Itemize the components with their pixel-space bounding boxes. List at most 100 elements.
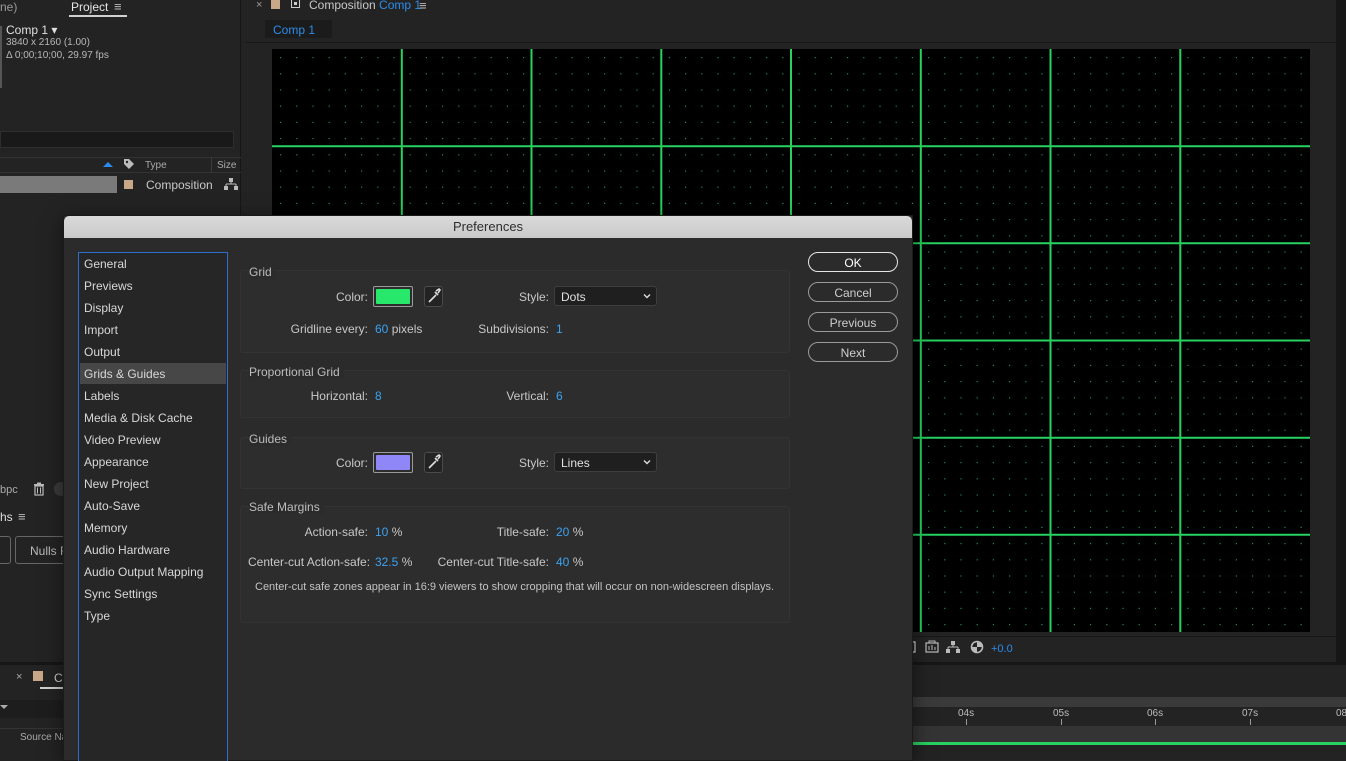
close-icon[interactable]: × bbox=[16, 671, 22, 683]
label-swatch[interactable] bbox=[124, 180, 133, 189]
time-ruler[interactable] bbox=[913, 707, 1346, 725]
percent-unit: % bbox=[572, 555, 584, 569]
category-import[interactable]: Import bbox=[80, 319, 226, 340]
cancel-button[interactable]: Cancel bbox=[808, 282, 898, 302]
category-general[interactable]: General bbox=[80, 253, 226, 274]
subdivisions-label: Subdivisions: bbox=[478, 322, 549, 336]
flowchart-icon[interactable] bbox=[946, 640, 960, 654]
project-row-selected[interactable] bbox=[0, 176, 117, 193]
category-grids-guides[interactable]: Grids & Guides bbox=[80, 363, 226, 384]
guides-style-select[interactable]: Lines bbox=[554, 452, 657, 472]
subdivisions-value[interactable]: 1 bbox=[556, 322, 563, 336]
sort-ascending-icon[interactable] bbox=[103, 162, 113, 167]
category-appearance[interactable]: Appearance bbox=[80, 451, 226, 472]
category-audio-hardware[interactable]: Audio Hardware bbox=[80, 539, 226, 560]
column-size[interactable]: Size bbox=[217, 160, 236, 171]
preset-button[interactable] bbox=[0, 536, 11, 564]
guides-eyedropper-button[interactable] bbox=[424, 452, 443, 473]
eyedropper-icon bbox=[428, 287, 442, 303]
previous-button[interactable]: Previous bbox=[808, 312, 898, 332]
close-icon[interactable]: × bbox=[256, 0, 262, 11]
row-type: Composition bbox=[146, 178, 213, 192]
category-previews[interactable]: Previews bbox=[80, 275, 226, 296]
category-audio-output-mapping[interactable]: Audio Output Mapping bbox=[80, 561, 226, 582]
grid-section-title: Grid bbox=[249, 265, 276, 279]
horizontal-value[interactable]: 8 bbox=[375, 389, 382, 403]
vertical-value[interactable]: 6 bbox=[556, 389, 563, 403]
timecode-field[interactable] bbox=[0, 700, 70, 718]
guides-style-label: Style: bbox=[518, 456, 549, 470]
title-safe-number[interactable]: 20 bbox=[556, 525, 569, 539]
layer-bar[interactable] bbox=[913, 726, 1346, 743]
panel-menu-icon[interactable]: ≡ bbox=[114, 0, 122, 14]
lock-icon[interactable] bbox=[271, 0, 280, 9]
ok-button[interactable]: OK bbox=[808, 252, 898, 272]
action-safe-value[interactable]: 10 % bbox=[375, 525, 402, 539]
cc-action-safe-value[interactable]: 32.5 % bbox=[375, 555, 412, 569]
action-safe-number[interactable]: 10 bbox=[375, 525, 388, 539]
grid-color-swatch[interactable] bbox=[373, 286, 413, 307]
work-area-bar[interactable] bbox=[913, 697, 1346, 707]
dialog-title: Preferences bbox=[452, 219, 524, 234]
time-tick-label: 04s bbox=[958, 708, 975, 719]
guides-color-label: Color: bbox=[335, 456, 368, 470]
panel-edge bbox=[1336, 0, 1346, 662]
reset-exposure-icon[interactable] bbox=[970, 640, 984, 654]
category-new-project[interactable]: New Project bbox=[80, 473, 226, 494]
panel-menu-icon[interactable]: ≡ bbox=[419, 0, 427, 13]
column-source-name[interactable]: Source Na bbox=[20, 732, 67, 743]
action-safe-label: Action-safe: bbox=[304, 525, 368, 539]
title-safe-value[interactable]: 20 % bbox=[556, 525, 583, 539]
percent-unit: % bbox=[401, 555, 413, 569]
comp-name-dropdown[interactable]: Comp 1 ▾ bbox=[6, 23, 57, 37]
category-output[interactable]: Output bbox=[80, 341, 226, 362]
cc-action-safe-number[interactable]: 32.5 bbox=[375, 555, 398, 569]
divider bbox=[246, 42, 1336, 43]
label-tag-icon[interactable] bbox=[123, 158, 135, 170]
cc-title-safe-number[interactable]: 40 bbox=[556, 555, 569, 569]
column-separator bbox=[211, 157, 212, 173]
bit-depth-button[interactable]: bpc bbox=[0, 484, 18, 496]
time-tick-label: 07s bbox=[1242, 708, 1259, 719]
chevron-down-icon[interactable] bbox=[0, 705, 8, 709]
category-memory[interactable]: Memory bbox=[80, 517, 226, 538]
comp-duration: Δ 0;00;10;00, 29.97 fps bbox=[6, 50, 109, 61]
project-search-input[interactable] bbox=[0, 131, 234, 148]
guides-section-title: Guides bbox=[249, 432, 292, 446]
column-type[interactable]: Type bbox=[145, 160, 167, 171]
composition-panel-title[interactable]: Composition Comp 1 bbox=[309, 0, 421, 12]
flowchart-icon[interactable] bbox=[224, 178, 238, 190]
category-type[interactable]: Type bbox=[80, 605, 226, 626]
prev-tab-label[interactable]: ne) bbox=[0, 0, 17, 14]
grid-color-fill bbox=[376, 289, 410, 304]
time-tick-label: 06s bbox=[1147, 708, 1164, 719]
category-labels[interactable]: Labels bbox=[80, 385, 226, 406]
cc-title-safe-value[interactable]: 40 % bbox=[556, 555, 583, 569]
gridline-number[interactable]: 60 bbox=[375, 322, 388, 336]
category-video-preview[interactable]: Video Preview bbox=[80, 429, 226, 450]
exposure-value[interactable]: +0.0 bbox=[991, 643, 1013, 655]
chevron-down-icon bbox=[643, 460, 651, 465]
gridline-value[interactable]: 60 pixels bbox=[375, 322, 422, 336]
tab-comp-1[interactable]: Comp 1 bbox=[265, 20, 332, 38]
category-display[interactable]: Display bbox=[80, 297, 226, 318]
category-auto-save[interactable]: Auto-Save bbox=[80, 495, 226, 516]
snapshot-icon[interactable] bbox=[925, 640, 939, 654]
category-sync-settings[interactable]: Sync Settings bbox=[80, 583, 226, 604]
gridline-unit: pixels bbox=[391, 322, 423, 336]
next-button[interactable]: Next bbox=[808, 342, 898, 362]
time-tick-label: 05s bbox=[1053, 708, 1070, 719]
grid-style-select[interactable]: Dots bbox=[554, 286, 657, 306]
guides-color-swatch[interactable] bbox=[373, 452, 413, 473]
time-tick bbox=[1061, 719, 1062, 725]
trash-icon[interactable] bbox=[32, 482, 46, 496]
grid-eyedropper-button[interactable] bbox=[424, 286, 443, 307]
panel-menu-icon[interactable]: ≡ bbox=[18, 509, 26, 524]
tab-effects[interactable]: hs bbox=[0, 510, 13, 524]
tab-project[interactable]: Project bbox=[71, 0, 108, 14]
category-media-disk-cache[interactable]: Media & Disk Cache bbox=[80, 407, 226, 428]
render-bar bbox=[913, 742, 1346, 745]
grid-style-label: Style: bbox=[518, 290, 549, 304]
time-tick bbox=[1250, 719, 1251, 725]
grid-section bbox=[240, 270, 790, 353]
